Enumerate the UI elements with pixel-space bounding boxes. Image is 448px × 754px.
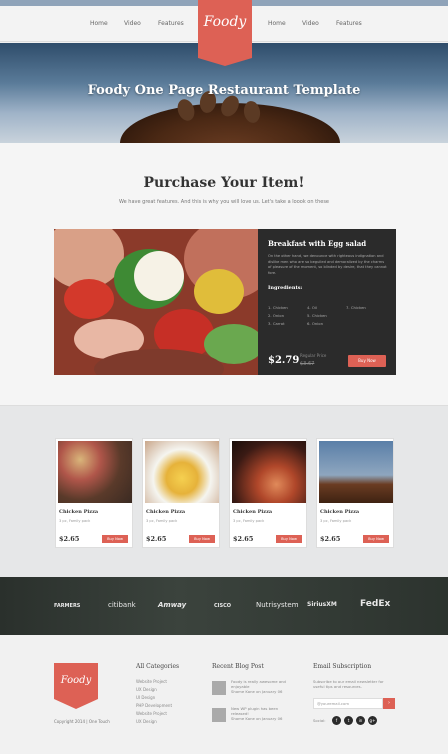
ingredients-label: Ingredients:: [268, 285, 303, 291]
blog-post[interactable]: Foody is really awesome and enjoyable Sh…: [231, 679, 295, 694]
product-name: Chicken Pizza: [233, 509, 273, 515]
product-card: Chicken Pizza 3 pc, Family pack $2.65 Bu…: [229, 438, 307, 548]
product-buy-button[interactable]: Buy Now: [363, 535, 389, 543]
product-desc: 3 pc, Family pack: [59, 519, 91, 523]
item-title: Breakfast with Egg salad: [268, 239, 367, 248]
categories-heading: All Categories: [136, 663, 180, 670]
subscribe-description: Subscribe to our email newsletter for us…: [313, 679, 384, 689]
nav-video[interactable]: Video: [302, 20, 319, 27]
subscribe-button[interactable]: ›: [383, 698, 395, 709]
product-price: $2.65: [233, 535, 254, 543]
facebook-icon[interactable]: f: [332, 716, 341, 725]
brand-logo-nutrisystem: Nutrisystem: [256, 601, 299, 609]
product-card: Chicken Pizza 3 pc, Family pack $2.65 Bu…: [142, 438, 220, 548]
blog-post-meta: Shome Kane on January 06: [231, 689, 283, 694]
blog-thumbnail[interactable]: [212, 708, 226, 722]
product-price: $2.65: [59, 535, 80, 543]
product-image: [58, 441, 132, 503]
copyright: Copyright 2014 | One Touch: [54, 719, 110, 724]
product-name: Chicken Pizza: [59, 509, 99, 515]
salad-image: [54, 229, 258, 375]
ingredient: 2. Onion: [268, 313, 285, 318]
brand-logos-strip: FARMERS citibank Amway CISCO Nutrisystem…: [0, 577, 448, 635]
category-link[interactable]: Website Project: [136, 679, 167, 684]
product-buy-button[interactable]: Buy Now: [102, 535, 128, 543]
blog-thumbnail[interactable]: [212, 681, 226, 695]
product-price: $2.65: [320, 535, 341, 543]
product-image: [145, 441, 219, 503]
blog-heading: Recent Blog Post: [212, 663, 264, 670]
regular-price: $3.67: [300, 361, 315, 367]
ingredient: 1. Chicken: [268, 305, 288, 310]
item-description: On the other hand, we denounce with righ…: [268, 254, 387, 275]
section-subtitle: We have great features. And this is why …: [118, 199, 330, 205]
footer-logo-badge[interactable]: Foody: [54, 663, 98, 709]
product-card: Chicken Pizza 3 pc, Family pack $2.65 Bu…: [316, 438, 394, 548]
purchase-section: Purchase Your Item! We have great featur…: [0, 143, 448, 405]
logo-text: Foody: [203, 14, 247, 30]
brand-logo-amway: Amway: [158, 601, 187, 609]
nav-features[interactable]: Features: [158, 20, 184, 27]
product-card: Chicken Pizza 3 pc, Family pack $2.65 Bu…: [55, 438, 133, 548]
brand-logo-citibank: citibank: [108, 601, 136, 609]
nav-home[interactable]: Home: [268, 20, 286, 27]
product-buy-button[interactable]: Buy Now: [276, 535, 302, 543]
ingredient: 4. Oil: [307, 305, 317, 310]
category-link[interactable]: UI Design: [136, 695, 155, 700]
featured-item-card: Breakfast with Egg salad On the other ha…: [54, 229, 396, 375]
product-name: Chicken Pizza: [146, 509, 186, 515]
brand-logo-farmers: FARMERS: [54, 603, 81, 609]
social-label: Social:: [313, 718, 326, 723]
ingredient: 6. Onion: [307, 321, 324, 326]
brand-logo-fedex: FedEx: [360, 599, 391, 609]
product-desc: 3 pc, Family pack: [320, 519, 352, 523]
section-title: Purchase Your Item!: [143, 175, 305, 191]
product-desc: 3 pc, Family pack: [233, 519, 265, 523]
product-buy-button[interactable]: Buy Now: [189, 535, 215, 543]
item-price: $2.79: [268, 355, 300, 366]
buy-now-button[interactable]: Buy Now: [348, 355, 386, 367]
ingredient: 5. Chicken: [307, 313, 327, 318]
hero-title: Foody One Page Restaurant Template: [87, 83, 361, 98]
blog-post-title: Foody is really awesome and enjoyable: [231, 679, 286, 689]
product-price: $2.65: [146, 535, 167, 543]
product-image: [319, 441, 393, 503]
twitter-icon[interactable]: t: [344, 716, 353, 725]
product-desc: 3 pc, Family pack: [146, 519, 178, 523]
category-link[interactable]: UX Design: [136, 687, 157, 692]
brand-logo-cisco: CISCO: [214, 603, 232, 609]
googleplus-icon[interactable]: g+: [368, 716, 377, 725]
brand-logo-siriusxm: SiriusXM: [307, 601, 337, 608]
nav-features[interactable]: Features: [336, 20, 362, 27]
ingredient: 7. Chicken: [346, 305, 366, 310]
logo-badge[interactable]: Foody: [198, 0, 252, 66]
blog-post-meta: Shome Kane on January 06: [231, 716, 283, 721]
footer: Foody Copyright 2014 | One Touch All Cat…: [0, 635, 448, 754]
subscribe-heading: Email Subscription: [313, 663, 372, 670]
nav-video[interactable]: Video: [124, 20, 141, 27]
linkedin-icon[interactable]: in: [356, 716, 365, 725]
product-name: Chicken Pizza: [320, 509, 360, 515]
ingredient: 3. Carrot: [268, 321, 285, 326]
footer-logo-text: Foody: [60, 675, 92, 686]
blog-post-title: New WP plugin has been released!: [231, 706, 279, 716]
email-input[interactable]: @youremail.com: [313, 698, 383, 709]
product-image: [232, 441, 306, 503]
products-section: Chicken Pizza 3 pc, Family pack $2.65 Bu…: [0, 405, 448, 577]
blog-post[interactable]: New WP plugin has been released! Shome K…: [231, 706, 295, 721]
category-link[interactable]: UX Design: [136, 719, 157, 724]
nav-home[interactable]: Home: [90, 20, 108, 27]
category-link[interactable]: Website Project: [136, 711, 167, 716]
category-link[interactable]: PHP Development: [136, 703, 172, 708]
regular-price-label: Regular Price: [300, 353, 327, 358]
